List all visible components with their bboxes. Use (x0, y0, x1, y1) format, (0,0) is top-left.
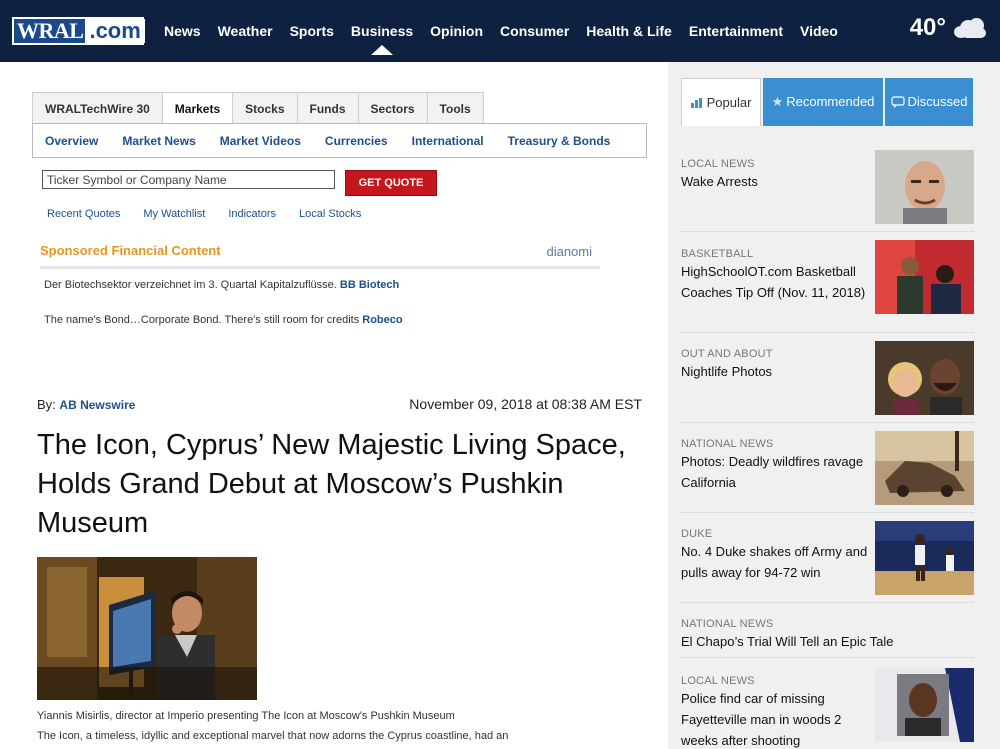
article-date: November 09, 2018 at 08:38 AM EST (409, 396, 642, 412)
tab-wraltechwire[interactable]: WRALTechWire 30 (32, 92, 162, 124)
article-byline: By: AB Newswire (37, 397, 135, 412)
sponsored-item-text: The name's Bond…Corporate Bond. There's … (44, 314, 360, 326)
nav-consumer[interactable]: Consumer (500, 23, 569, 39)
subnav-overview[interactable]: Overview (45, 134, 98, 148)
site-header: WRAL .com News Weather Sports Business O… (0, 0, 1000, 62)
logo-text-right: .com (85, 19, 145, 43)
article-body: The Icon, a timeless, idyllic and except… (37, 730, 509, 742)
by-label: By: (37, 397, 56, 412)
coaches-photo (875, 240, 974, 314)
sponsored-title: Sponsored Financial Content (40, 243, 221, 258)
nav-opinion[interactable]: Opinion (430, 23, 483, 39)
nav-entertainment[interactable]: Entertainment (689, 23, 783, 39)
sidebar-story[interactable]: LOCAL NEWS Police find car of missing Fa… (681, 667, 974, 749)
wildfire-photo (875, 431, 974, 505)
sponsored-item-source[interactable]: BB Biotech (340, 279, 399, 291)
presenter-photo-graphic (37, 557, 257, 700)
sponsored-item[interactable]: The name's Bond…Corporate Bond. There's … (44, 314, 403, 326)
story-thumbnail[interactable] (875, 431, 974, 505)
article-author[interactable]: AB Newswire (59, 398, 135, 412)
sponsored-header: Sponsored Financial Content dianomi (40, 242, 600, 269)
tab-discussed[interactable]: Discussed (885, 78, 973, 126)
subnav-treasury-bonds[interactable]: Treasury & Bonds (508, 134, 611, 148)
story-title[interactable]: No. 4 Duke shakes off Army and pulls awa… (681, 541, 871, 583)
cloud-icon (954, 18, 986, 38)
subnav-currencies[interactable]: Currencies (325, 134, 388, 148)
story-title[interactable]: HighSchoolOT.com Basketball Coaches Tip … (681, 261, 871, 303)
sidebar-story[interactable]: OUT AND ABOUT Nightlife Photos (681, 340, 974, 423)
photo-caption: Yiannis Misirlis, director at Imperio pr… (37, 710, 455, 722)
story-category: NATIONAL NEWS (681, 618, 774, 630)
tab-sectors[interactable]: Sectors (357, 92, 427, 124)
main-nav: News Weather Sports Business Opinion Con… (164, 23, 855, 55)
sidebar-story[interactable]: NATIONAL NEWS El Chapo’s Trial Will Tell… (681, 610, 974, 658)
subnav-market-news[interactable]: Market News (122, 134, 195, 148)
story-thumbnail[interactable] (875, 240, 974, 314)
article-headline: The Icon, Cyprus’ New Majestic Living Sp… (37, 429, 626, 539)
link-indicators[interactable]: Indicators (228, 208, 276, 220)
logo-text-left: WRAL (17, 18, 84, 43)
nav-news[interactable]: News (164, 23, 201, 39)
markets-tabs: WRALTechWire 30 Markets Stocks Funds Sec… (32, 92, 484, 124)
story-thumbnail[interactable] (875, 150, 974, 224)
tab-stocks[interactable]: Stocks (232, 92, 297, 124)
weather-widget[interactable]: 40° (910, 14, 986, 42)
tab-funds[interactable]: Funds (296, 92, 358, 124)
article-photo[interactable] (37, 557, 257, 700)
link-local-stocks[interactable]: Local Stocks (299, 208, 361, 220)
sidebar-story[interactable]: DUKE No. 4 Duke shakes off Army and pull… (681, 520, 974, 603)
sidebar-story[interactable]: NATIONAL NEWS Photos: Deadly wildfires r… (681, 430, 974, 513)
nav-sports[interactable]: Sports (290, 23, 334, 39)
link-my-watchlist[interactable]: My Watchlist (143, 208, 205, 220)
bar-chart-icon (690, 97, 702, 108)
sidebar-tabs: Popular ★ Recommended Discussed (681, 78, 975, 126)
wral-logo[interactable]: WRAL .com (12, 17, 145, 45)
quick-links: Recent Quotes My Watchlist Indicators Lo… (47, 208, 384, 220)
sidebar-story[interactable]: LOCAL NEWS Wake Arrests (681, 150, 974, 232)
sidebar: Popular ★ Recommended Discussed LOCAL NE… (668, 62, 1000, 749)
speech-bubble-icon (890, 96, 905, 108)
tab-popular[interactable]: Popular (681, 78, 761, 126)
tab-discussed-label: Discussed (907, 94, 968, 109)
tab-recommended[interactable]: ★ Recommended (763, 78, 883, 126)
nav-weather[interactable]: Weather (218, 23, 273, 39)
story-title[interactable]: Wake Arrests (681, 171, 871, 192)
link-recent-quotes[interactable]: Recent Quotes (47, 208, 120, 220)
star-icon: ★ (771, 94, 784, 109)
main-column: WRALTechWire 30 Markets Stocks Funds Sec… (0, 62, 668, 749)
story-title[interactable]: Photos: Deadly wildfires ravage Californ… (681, 451, 871, 493)
mugshot-photo (875, 150, 974, 224)
story-thumbnail[interactable] (875, 668, 974, 742)
duke-basketball-photo (875, 521, 974, 595)
dianomi-logo[interactable]: dianomi (546, 244, 592, 259)
subnav-international[interactable]: International (412, 134, 484, 148)
ticker-search-input[interactable] (42, 170, 335, 189)
tab-tools[interactable]: Tools (426, 92, 484, 124)
sidebar-story[interactable]: BASKETBALL HighSchoolOT.com Basketball C… (681, 239, 974, 333)
nav-video[interactable]: Video (800, 23, 838, 39)
tab-markets[interactable]: Markets (161, 92, 233, 124)
story-title[interactable]: El Chapo’s Trial Will Tell an Epic Tale (681, 631, 974, 652)
nav-health-life[interactable]: Health & Life (586, 23, 672, 39)
sponsored-item-source[interactable]: Robeco (362, 314, 402, 326)
nightlife-photo (875, 341, 974, 415)
markets-subnav: Overview Market News Market Videos Curre… (32, 123, 647, 158)
story-title[interactable]: Police find car of missing Fayetteville … (681, 688, 871, 749)
story-title[interactable]: Nightlife Photos (681, 361, 871, 382)
tab-recommended-label: Recommended (786, 94, 875, 109)
get-quote-button[interactable]: GET QUOTE (345, 170, 437, 196)
story-thumbnail[interactable] (875, 521, 974, 595)
subnav-market-videos[interactable]: Market Videos (220, 134, 301, 148)
nav-business[interactable]: Business (351, 23, 413, 55)
tab-popular-label: Popular (706, 94, 752, 110)
sponsored-item[interactable]: Der Biotechsektor verzeichnet im 3. Quar… (44, 279, 399, 291)
sponsored-item-text: Der Biotechsektor verzeichnet im 3. Quar… (44, 279, 337, 291)
story-thumbnail[interactable] (875, 341, 974, 415)
temperature: 40° (909, 14, 946, 41)
missing-man-photo (875, 668, 974, 742)
